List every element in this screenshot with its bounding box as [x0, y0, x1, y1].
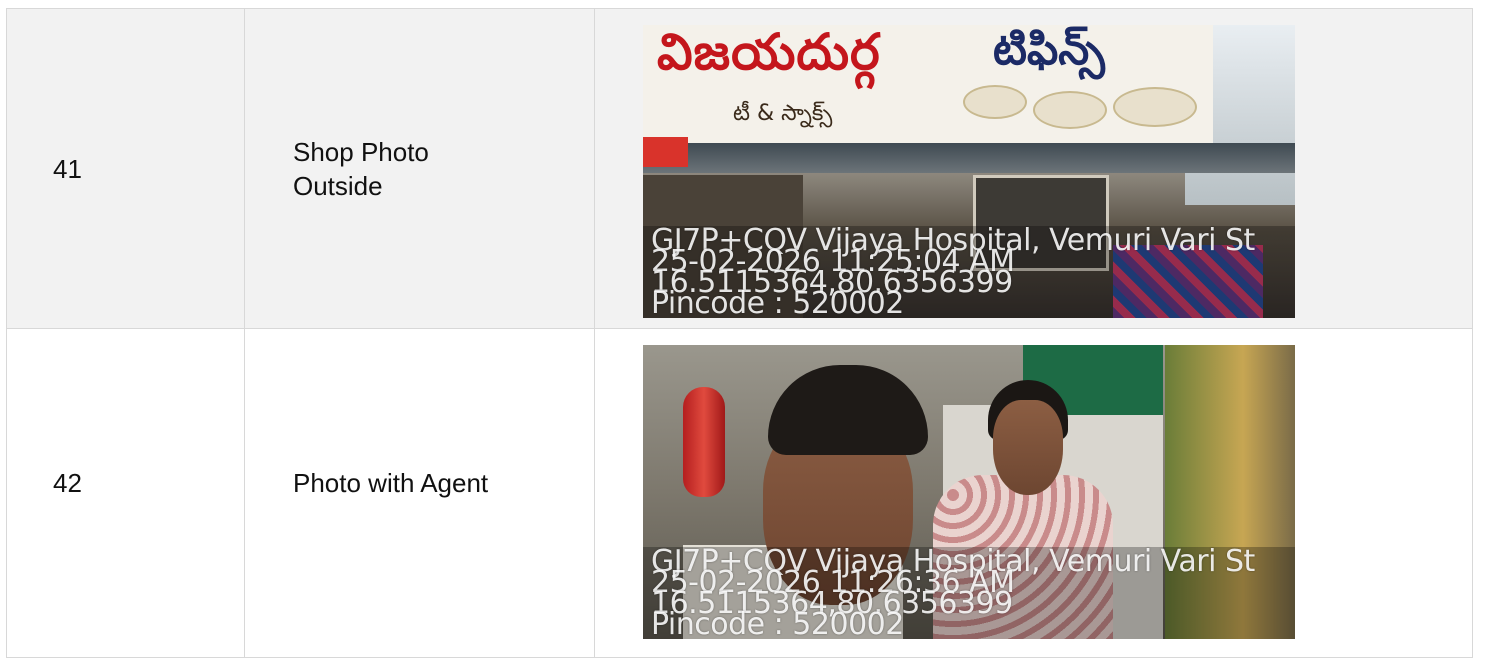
photo-red-bag — [683, 387, 725, 497]
geo-stamp: GJ7P+CQV Vijaya Hospital, Vemuri Vari St… — [651, 547, 1255, 640]
row-number: 42 — [7, 329, 245, 657]
red-sign — [643, 137, 688, 167]
row-label-text: Shop Photo Outside — [293, 136, 429, 201]
food-plate-image — [1033, 91, 1107, 129]
row-number: 41 — [7, 9, 245, 328]
signboard-title: విజయదుర్గ — [657, 25, 881, 81]
row-label-text: Photo with Agent — [293, 468, 489, 498]
signboard-title-2: టిఫిన్స్ — [993, 25, 1105, 75]
shop-awning — [643, 143, 1295, 173]
table-row: 41 Shop Photo Outside విజయదుర్గ టిఫిన్స్… — [6, 8, 1473, 329]
shop-signboard: విజయదుర్గ టిఫిన్స్ టీ & స్నాక్స్ — [643, 25, 1213, 151]
signboard-subtitle: టీ & స్నాక్స్ — [733, 101, 833, 126]
photo-woman-face — [993, 400, 1063, 495]
food-plate-image — [963, 85, 1027, 119]
photo-man-hair — [768, 365, 928, 455]
shop-photo-outside[interactable]: విజయదుర్గ టిఫిన్స్ టీ & స్నాక్స్ GJ7P+CQ… — [643, 25, 1295, 318]
photo-with-agent[interactable]: GJ7P+CQV Vijaya Hospital, Vemuri Vari St… — [643, 345, 1295, 639]
row-label: Photo with Agent — [245, 329, 595, 657]
row-label: Shop Photo Outside — [245, 9, 595, 328]
food-plate-image — [1113, 87, 1197, 127]
photo-cell: విజయదుర్గ టిఫిన్స్ టీ & స్నాక్స్ GJ7P+CQ… — [595, 9, 1472, 328]
photo-cell: GJ7P+CQV Vijaya Hospital, Vemuri Vari St… — [595, 329, 1472, 657]
table-row: 42 Photo with Agent GJ7P+CQV Vijaya Hosp… — [6, 328, 1473, 658]
geo-stamp: GJ7P+CQV Vijaya Hospital, Vemuri Vari St… — [651, 226, 1255, 319]
